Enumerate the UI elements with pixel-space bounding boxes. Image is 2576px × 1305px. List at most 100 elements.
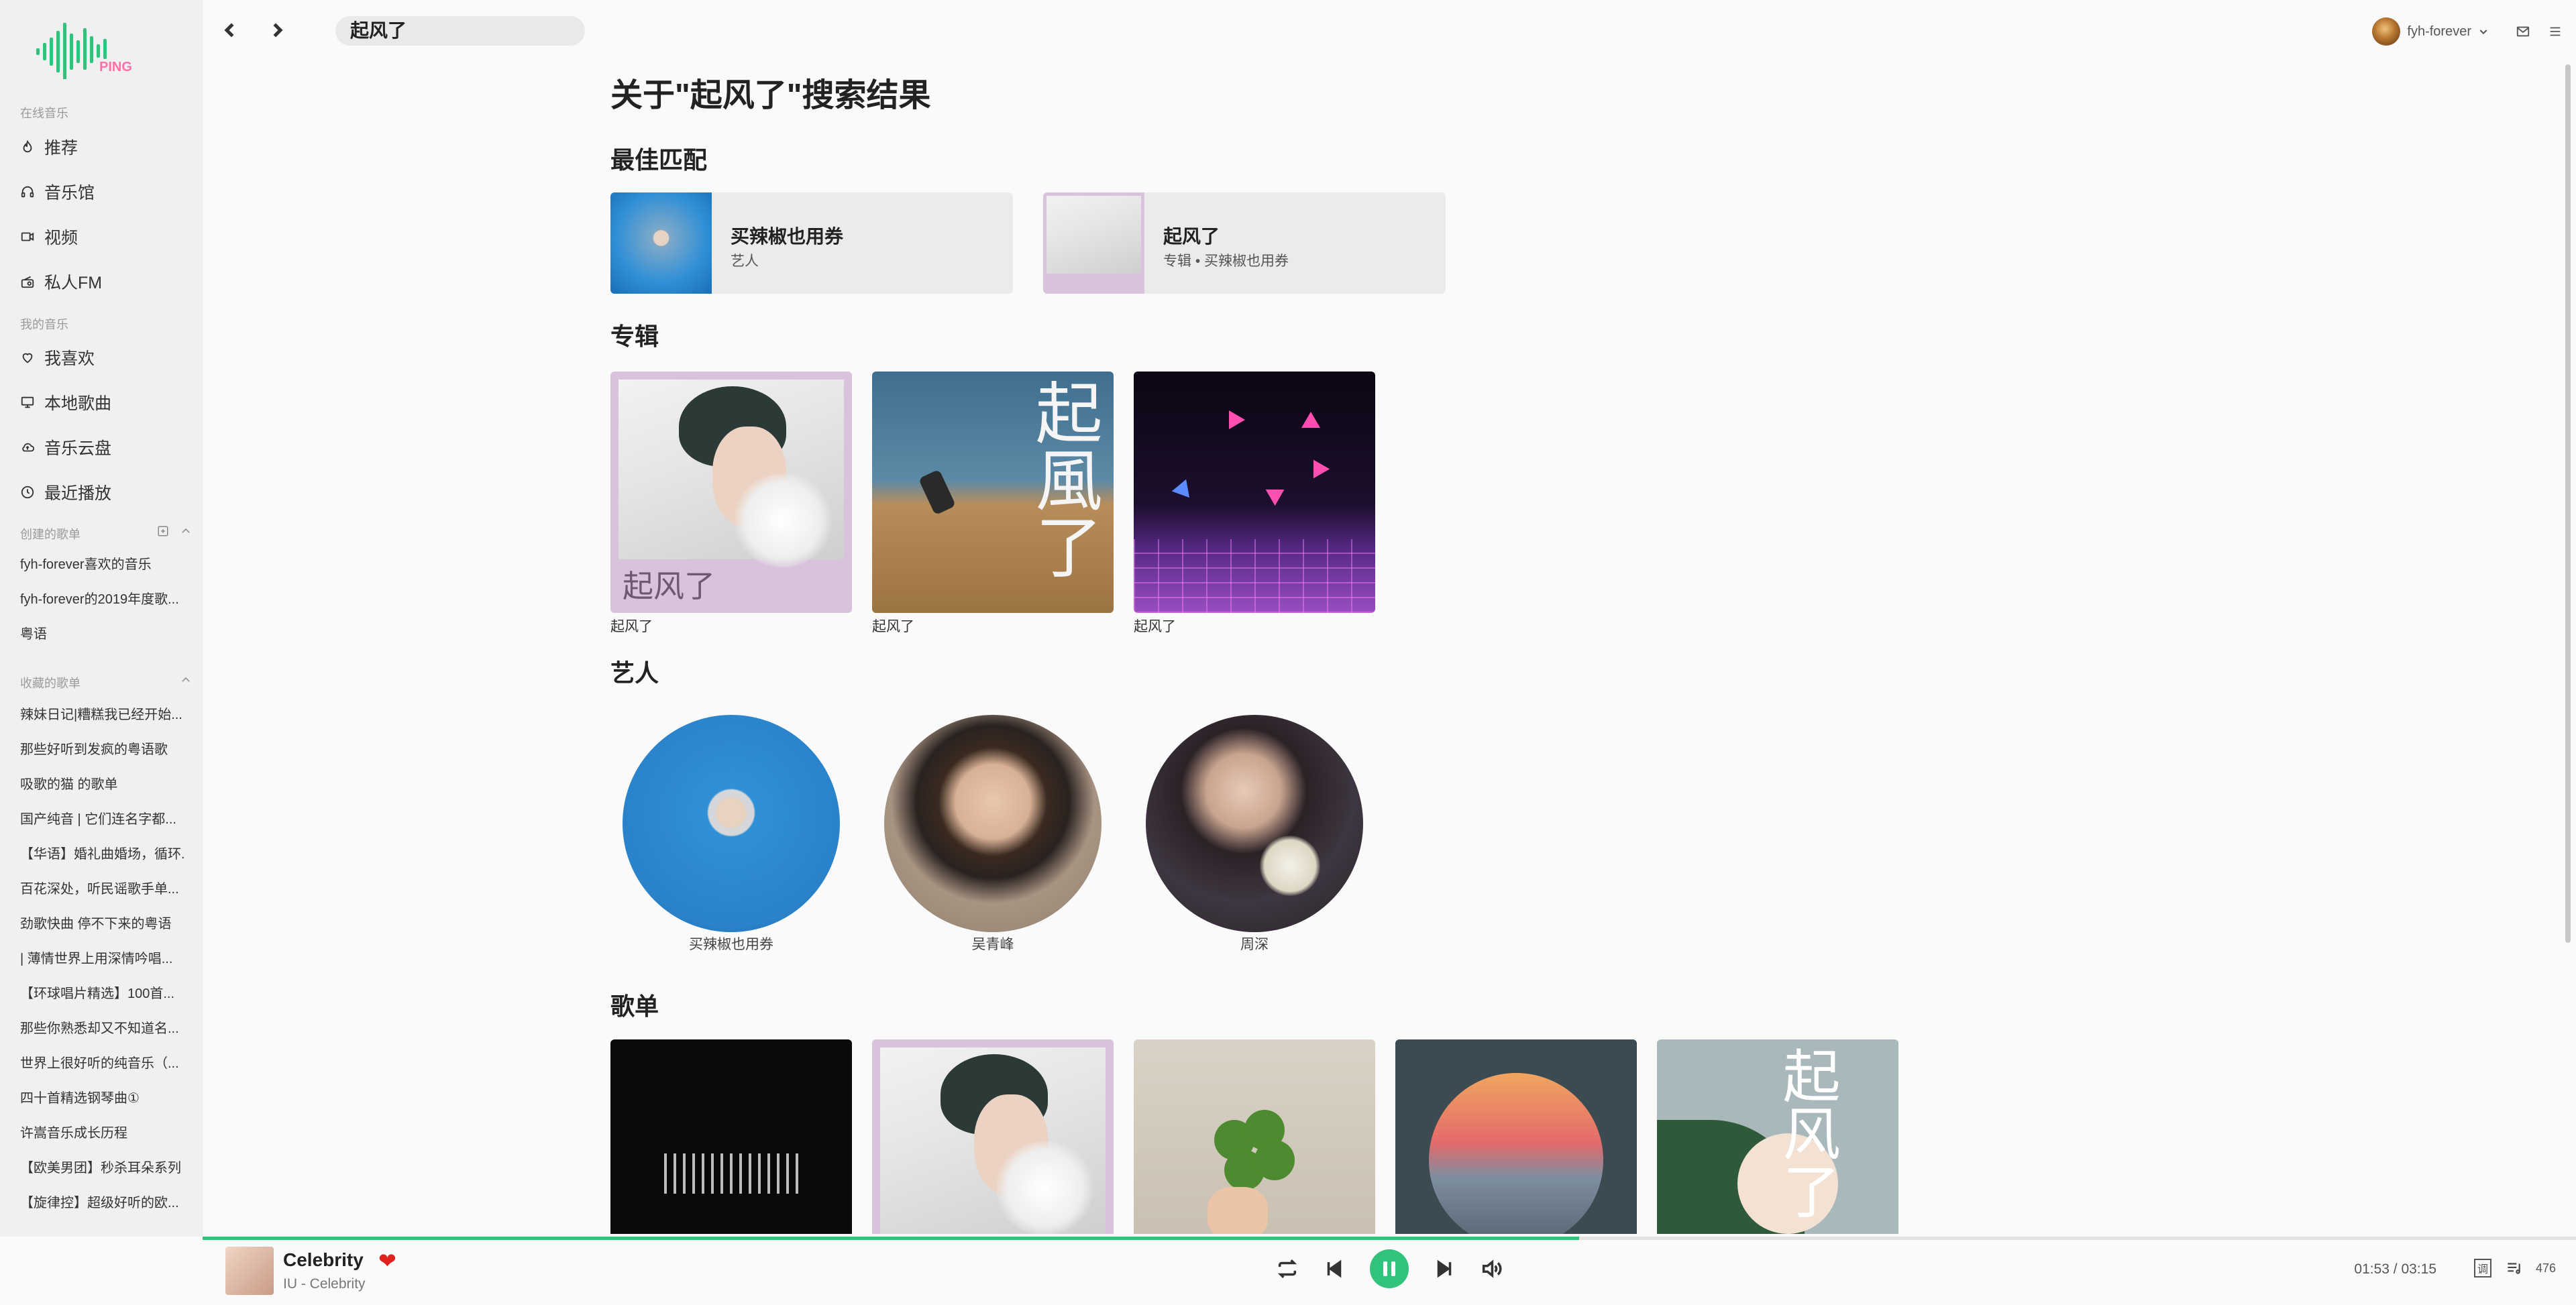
- album-title[interactable]: 起风了: [1134, 616, 1176, 636]
- sidebar-item-label: 推荐: [44, 139, 78, 158]
- album-cover[interactable]: 起风了: [610, 372, 852, 613]
- sidebar-item-label: 音乐云盘: [44, 439, 112, 458]
- artist-name[interactable]: 周深: [1134, 933, 1375, 954]
- player-bar: Celebrity ❤ IU - Celebrity 01:53 / 03:15…: [203, 1240, 2576, 1305]
- sidebar-item-label: 视频: [44, 229, 78, 247]
- section-title-artists: 艺人: [610, 659, 659, 687]
- playlist-item[interactable]: | 薄情世界上用深情吟唱...: [20, 948, 184, 967]
- now-playing-cover[interactable]: [225, 1247, 274, 1295]
- repeat-icon[interactable]: [1276, 1257, 1299, 1280]
- sidebar-item-local[interactable]: 本地歌曲: [20, 389, 111, 416]
- album-cover[interactable]: 起風了: [872, 372, 1114, 613]
- sidebar-item-video[interactable]: 视频: [20, 223, 78, 250]
- add-playlist-icon[interactable]: [157, 525, 169, 537]
- playlist-item[interactable]: 【欧美男团】秒杀耳朵系列: [20, 1157, 184, 1176]
- liked-heart-icon[interactable]: ❤: [378, 1248, 396, 1273]
- top-actions: [2516, 24, 2563, 39]
- playlist-cover[interactable]: 起风了: [1657, 1039, 1898, 1234]
- monitor-icon: [21, 396, 34, 408]
- section-title-playlists: 歌单: [610, 992, 659, 1020]
- artist-name[interactable]: 吴青峰: [872, 933, 1114, 954]
- search-input[interactable]: 起风了: [335, 16, 585, 46]
- match-title: 买辣椒也用券: [731, 226, 844, 247]
- previous-icon[interactable]: [1323, 1257, 1346, 1280]
- sidebar-item-recent[interactable]: 最近播放: [20, 479, 111, 506]
- album-title[interactable]: 起风了: [610, 616, 653, 636]
- playlist-cover[interactable]: [1395, 1039, 1637, 1234]
- album-cover[interactable]: [1134, 372, 1375, 613]
- chevron-down-icon[interactable]: [2478, 26, 2489, 37]
- playlist-item[interactable]: 吸歌的猫 的歌单: [20, 773, 184, 793]
- app-logo[interactable]: PING: [35, 19, 142, 79]
- playlist-item[interactable]: fyh-forever喜欢的音乐: [20, 553, 184, 573]
- playlist-item[interactable]: 辣妹日记|糟糕我已经开始...: [20, 703, 184, 723]
- section-title-best-match: 最佳匹配: [610, 146, 708, 174]
- collected-section-actions: [180, 674, 192, 686]
- chevron-left-icon: [224, 23, 234, 38]
- now-playing-title[interactable]: Celebrity: [283, 1249, 364, 1271]
- pause-button[interactable]: [1370, 1249, 1409, 1288]
- sidebar-item-label: 私人FM: [44, 274, 103, 292]
- artist-name[interactable]: 买辣椒也用券: [610, 933, 852, 954]
- sidebar-item-cloud[interactable]: 音乐云盘: [20, 434, 111, 461]
- flame-icon: [23, 139, 32, 153]
- sidebar-item-music-hall[interactable]: 音乐馆: [20, 178, 95, 205]
- best-match-artist-card[interactable]: 买辣椒也用券 艺人: [610, 192, 1013, 294]
- scrollbar[interactable]: [2565, 64, 2571, 943]
- playlist-item[interactable]: 【旋律控】超级好听的欧...: [20, 1192, 184, 1211]
- playlist-item[interactable]: 【华语】婚礼曲婚场，循环...: [20, 843, 184, 862]
- album-art-text: 起风了: [623, 568, 715, 604]
- playlist-item[interactable]: 【环球唱片精选】100首...: [20, 982, 184, 1002]
- playback-controls: [1276, 1249, 1503, 1288]
- playlist-cover[interactable]: [872, 1039, 1114, 1234]
- section-created-playlists: 创建的歌单: [20, 528, 80, 541]
- playlist-cover[interactable]: [610, 1039, 852, 1234]
- playlist-cover[interactable]: [1134, 1039, 1375, 1234]
- playlist-icon[interactable]: [2505, 1259, 2522, 1277]
- section-title-albums: 专辑: [610, 323, 659, 350]
- sidebar-item-label: 最近播放: [44, 484, 112, 503]
- lyrics-button[interactable]: 调: [2473, 1259, 2491, 1278]
- volume-icon[interactable]: [1480, 1257, 1503, 1280]
- playlist-item[interactable]: 那些你熟悉却又不知道名...: [20, 1017, 184, 1037]
- playlist-art-text: 起风了: [1772, 1046, 1839, 1219]
- playlist-item[interactable]: 世界上很好听的纯音乐（...: [20, 1052, 184, 1072]
- section-my-music: 我的音乐: [20, 318, 68, 331]
- playlist-item[interactable]: 那些好听到发疯的粤语歌: [20, 738, 184, 758]
- player-extra-actions: 调 476: [2473, 1259, 2556, 1278]
- playlist-item[interactable]: 四十首精选钢琴曲①: [20, 1087, 184, 1107]
- section-collected-playlists: 收藏的歌单: [20, 677, 80, 690]
- chevron-up-icon[interactable]: [180, 525, 192, 537]
- sidebar-item-fm[interactable]: 私人FM: [20, 268, 102, 295]
- playlist-item[interactable]: 国产纯音 | 它们连名字都...: [20, 808, 184, 828]
- sidebar-item-label: 音乐馆: [44, 184, 95, 203]
- sidebar-item-favorites[interactable]: 我喜欢: [20, 344, 95, 371]
- forward-button[interactable]: [267, 20, 287, 44]
- avatar[interactable]: [2372, 17, 2401, 46]
- playlist-item[interactable]: 粤语: [20, 623, 184, 642]
- chevron-up-icon[interactable]: [180, 674, 192, 686]
- playlist-item[interactable]: 百花深处，听民谣歌手单...: [20, 878, 184, 897]
- artist-avatar[interactable]: [884, 715, 1102, 932]
- username[interactable]: fyh-forever: [2407, 24, 2471, 40]
- playlist-item[interactable]: 许嵩音乐成长历程: [20, 1122, 184, 1141]
- artist-avatar[interactable]: [1146, 715, 1363, 932]
- sidebar-item-label: 我喜欢: [44, 349, 95, 368]
- video-icon: [21, 232, 34, 241]
- mail-icon[interactable]: [2516, 24, 2530, 39]
- album-art-text: 起風了: [1024, 378, 1102, 579]
- back-button[interactable]: [220, 20, 240, 44]
- menu-icon[interactable]: [2548, 24, 2563, 39]
- album-title[interactable]: 起风了: [872, 616, 914, 636]
- now-playing-artist[interactable]: IU - Celebrity: [283, 1276, 366, 1292]
- section-online-music: 在线音乐: [20, 107, 68, 120]
- playlist-item[interactable]: 劲歌快曲 停不下来的粤语: [20, 913, 184, 932]
- artist-avatar[interactable]: [623, 715, 840, 932]
- best-match-album-card[interactable]: 起风了 专辑 • 买辣椒也用券: [1043, 192, 1446, 294]
- next-icon[interactable]: [1433, 1257, 1456, 1280]
- heart-icon: [22, 353, 33, 363]
- user-menu[interactable]: fyh-forever: [2372, 17, 2489, 46]
- cloud-icon: [22, 443, 35, 452]
- playlist-item[interactable]: fyh-forever的2019年度歌...: [20, 588, 184, 608]
- sidebar-item-recommend[interactable]: 推荐: [20, 133, 78, 160]
